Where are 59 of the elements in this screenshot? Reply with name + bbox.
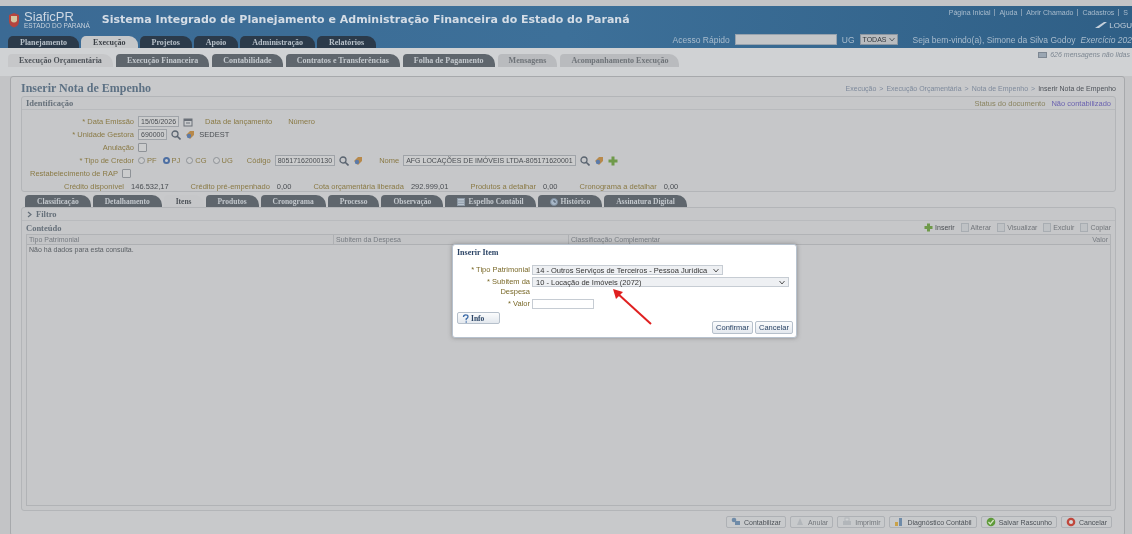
exercise-text: Exercício 202 <box>1080 34 1132 45</box>
page-title: Inserir Nota de Empenho <box>21 80 152 96</box>
sub-tab[interactable]: Contratos e Transferências <box>285 54 400 67</box>
checkbox[interactable] <box>138 143 147 152</box>
caret-icon <box>713 267 720 273</box>
radio-button[interactable] <box>212 157 220 164</box>
tag-icon[interactable] <box>593 155 604 166</box>
calendar-icon[interactable] <box>183 116 194 127</box>
caret-icon <box>888 37 895 42</box>
search-icon[interactable] <box>579 155 590 166</box>
coat-of-arms-icon <box>8 11 20 28</box>
nav-tab[interactable]: Relatórios <box>316 36 377 48</box>
nav-tab[interactable]: Administração <box>240 36 315 48</box>
radio-button[interactable] <box>162 157 170 164</box>
search-icon[interactable] <box>339 155 350 166</box>
sub-tab[interactable]: Folha de Pagamento <box>402 54 495 67</box>
chart-icon <box>894 517 905 527</box>
sub-tab[interactable]: Execução Orçamentária <box>8 54 113 67</box>
system-title: Sistema Integrado de Planejamento e Administração Financeira do Estado do Paraná <box>101 13 630 27</box>
caret-icon <box>779 279 785 285</box>
nav-tab[interactable]: Execução <box>81 36 138 48</box>
radio-button[interactable] <box>186 157 194 164</box>
search-icon[interactable] <box>171 129 182 140</box>
value-field[interactable] <box>532 299 594 309</box>
tag-icon[interactable] <box>353 155 364 166</box>
page-icon <box>960 223 969 232</box>
envelope-icon[interactable] <box>1038 51 1048 58</box>
sub-tab[interactable]: Execução Financeira <box>115 54 210 67</box>
question-mark-icon <box>462 313 469 323</box>
page-icon <box>997 223 1006 232</box>
ug-label: UG <box>841 34 855 45</box>
swoosh-icon <box>1094 21 1109 29</box>
plus-icon[interactable] <box>607 155 618 166</box>
section-title: Conteúdo <box>26 222 62 233</box>
quick-access-field[interactable] <box>734 34 837 45</box>
nav-tab[interactable]: Apoio <box>193 36 239 48</box>
welcome-text: Seja bem-vindo(a), Simone da Silva Godoy <box>912 34 1076 45</box>
nav-tab[interactable]: Planejamento <box>8 36 80 48</box>
radio-button[interactable] <box>138 157 145 164</box>
tag-icon[interactable] <box>185 129 196 140</box>
nav-tab[interactable]: Projetos <box>139 36 192 48</box>
annotation-arrow <box>611 288 653 326</box>
plus-icon <box>924 223 934 232</box>
quick-access-label: Acesso Rápido <box>672 34 730 45</box>
printer-icon <box>842 517 853 527</box>
section-title: Identificação <box>26 98 74 108</box>
clock-icon <box>549 197 558 206</box>
page-icon <box>1080 223 1089 232</box>
page-icon <box>1043 223 1052 232</box>
check-icon <box>985 517 996 527</box>
dialog-title: Inserir Item <box>457 248 500 257</box>
filter-toggle[interactable]: Filtro <box>36 209 57 219</box>
sub-tab[interactable]: Contabilidade <box>212 54 283 67</box>
cancel-icon <box>1066 517 1076 527</box>
chevron-icon[interactable] <box>26 210 33 218</box>
logo-title: SiaficPR <box>24 10 74 23</box>
checkbox[interactable] <box>121 169 131 178</box>
sheet-icon <box>457 197 466 206</box>
brand-logo: LOGU <box>1109 20 1132 30</box>
